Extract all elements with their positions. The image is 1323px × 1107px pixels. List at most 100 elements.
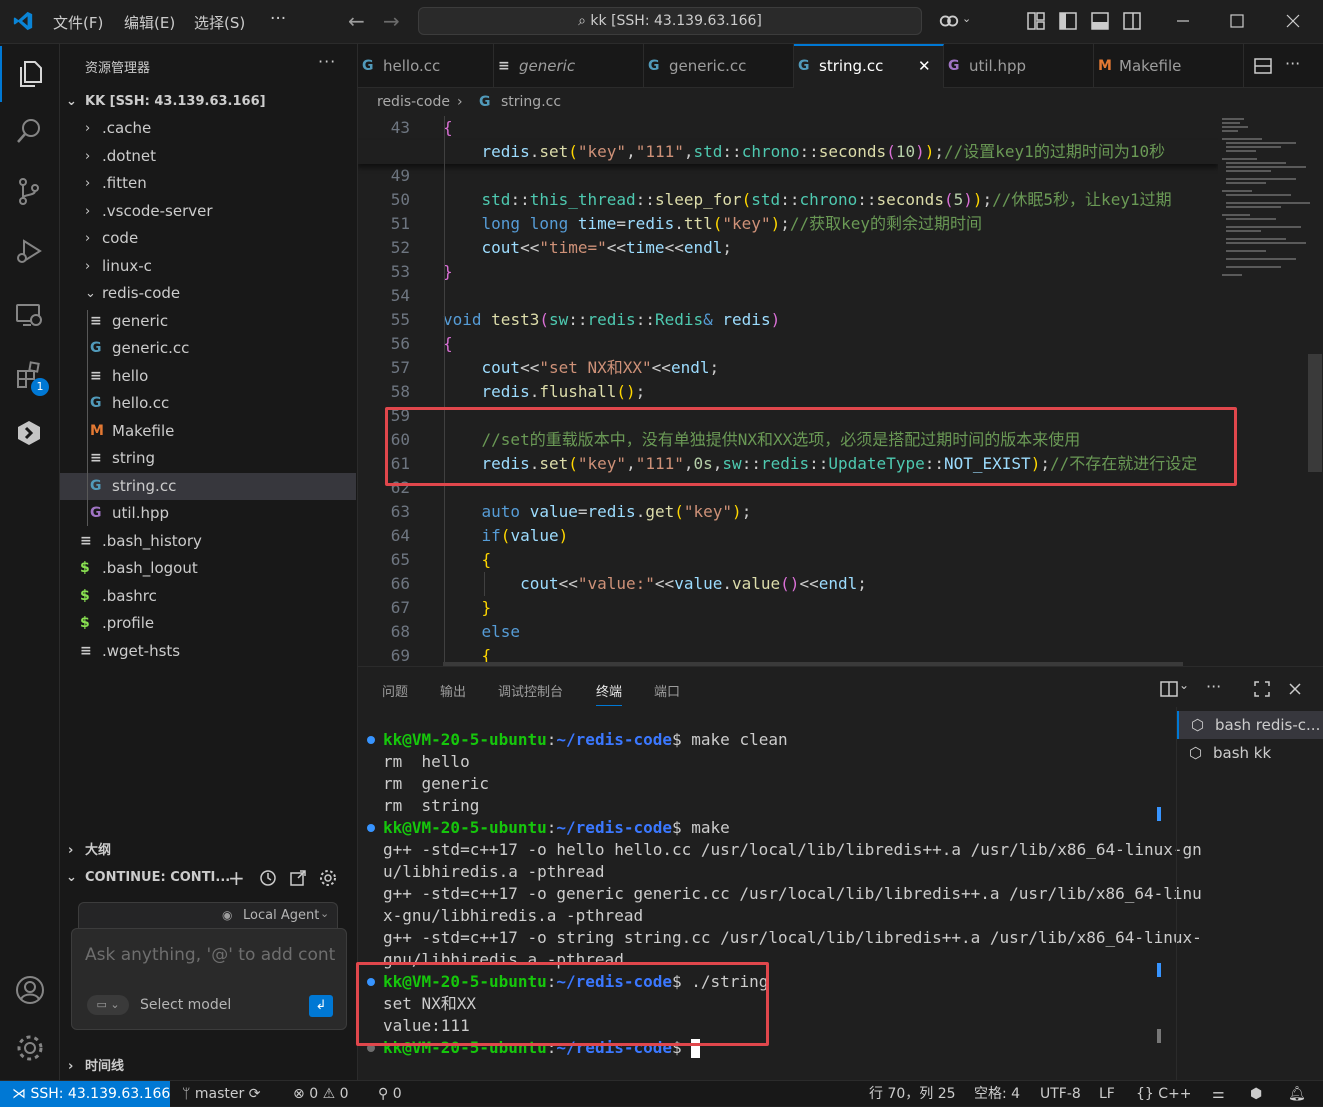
minimize-icon[interactable] bbox=[1172, 10, 1194, 32]
tab-output[interactable]: 输出 bbox=[440, 681, 466, 700]
tree-item[interactable]: Gutil.hpp bbox=[60, 500, 356, 527]
terminal-item-bash-redis[interactable]: ⬡ bash redis-c... bbox=[1177, 711, 1323, 739]
minimap[interactable] bbox=[1220, 116, 1311, 666]
editor-scrollbar-thumb[interactable] bbox=[1308, 354, 1322, 472]
tree-item[interactable]: $ .profile bbox=[60, 610, 356, 637]
workspace-root[interactable]: ⌄ KK [SSH: 43.139.63.166] bbox=[60, 88, 356, 115]
ports-indicator[interactable]: ⚲ 0 bbox=[378, 1081, 402, 1107]
chevron-down-icon[interactable]: ⌄ bbox=[1179, 678, 1189, 692]
forward-arrow-icon[interactable]: → bbox=[383, 9, 400, 33]
menu-edit[interactable]: 编辑(E) bbox=[124, 12, 175, 33]
menu-selection[interactable]: 选择(S) bbox=[194, 12, 245, 33]
menu-more-button[interactable]: ··· bbox=[270, 9, 286, 29]
tab-string-cc[interactable]: Gstring.cc ✕ bbox=[794, 44, 944, 88]
chat-input-placeholder[interactable]: Ask anything, '@' to add cont bbox=[85, 945, 335, 965]
tab-hello-cc[interactable]: Ghello.cc bbox=[358, 44, 494, 88]
explorer-activity[interactable] bbox=[0, 46, 60, 102]
tree-item[interactable]: › .fitten bbox=[60, 170, 356, 197]
git-branch[interactable]: ᛘ master ⟳ bbox=[182, 1081, 260, 1107]
chat-input-box[interactable]: Ask anything, '@' to add cont ▭ ⌄ Select… bbox=[71, 928, 347, 1030]
explorer-more-button[interactable]: ··· bbox=[318, 52, 336, 71]
accounts-activity[interactable] bbox=[0, 962, 60, 1018]
tab-problems[interactable]: 问题 bbox=[382, 681, 408, 700]
cursor-position[interactable]: 行 70，列 25 bbox=[869, 1081, 956, 1107]
tree-item[interactable]: › .cache bbox=[60, 115, 356, 142]
problems-indicator[interactable]: ⊗ 0 ⚠ 0 bbox=[293, 1081, 349, 1107]
open-external-icon[interactable] bbox=[289, 869, 307, 887]
toggle-secondary-sidebar-icon[interactable] bbox=[1121, 10, 1143, 32]
search-activity[interactable] bbox=[0, 104, 60, 160]
indentation[interactable]: 空格: 4 bbox=[974, 1081, 1020, 1107]
tree-item[interactable]: › linux-c bbox=[60, 253, 356, 280]
timeline-section-header[interactable]: › 时间线 bbox=[60, 1054, 356, 1080]
outline-section-header[interactable]: › 大纲 bbox=[60, 838, 356, 864]
remote-explorer-activity[interactable] bbox=[0, 288, 60, 344]
tree-item[interactable]: Gstring.cc bbox=[60, 472, 356, 500]
gear-icon[interactable] bbox=[319, 869, 337, 887]
command-center-search[interactable]: ⌕ kk [SSH: 43.139.63.166] bbox=[418, 7, 922, 35]
tree-item[interactable]: Ggeneric.cc bbox=[60, 335, 356, 362]
breadcrumb-file[interactable]: string.cc bbox=[501, 88, 561, 116]
command-decoration-icon[interactable] bbox=[367, 824, 375, 832]
manage-activity[interactable] bbox=[0, 1020, 60, 1076]
code-view[interactable]: 4348495051525354555657585960616263646566… bbox=[358, 116, 1218, 666]
tab-ports[interactable]: 端口 bbox=[654, 681, 680, 700]
split-terminal-icon[interactable] bbox=[1160, 680, 1178, 698]
copilot-chevron-icon[interactable]: ⌄ bbox=[962, 12, 971, 25]
agent-selector[interactable]: Local Agent bbox=[243, 908, 319, 923]
tree-item[interactable]: $ .bash_logout bbox=[60, 555, 356, 582]
tree-item[interactable]: ⌄ redis-code bbox=[60, 280, 356, 307]
encoding[interactable]: UTF-8 bbox=[1040, 1081, 1081, 1107]
extensions-activity[interactable] bbox=[0, 348, 60, 404]
remote-indicator[interactable]: ⋊ SSH: 43.139.63.166 bbox=[0, 1081, 170, 1107]
send-icon[interactable]: ↲ bbox=[309, 995, 333, 1017]
tree-item[interactable]: ≡ hello bbox=[60, 363, 356, 390]
notifications-icon[interactable]: 🔔︎ bbox=[1288, 1081, 1306, 1107]
language-mode[interactable]: {} C++ bbox=[1136, 1081, 1192, 1107]
editor-more-button[interactable]: ··· bbox=[1285, 54, 1300, 73]
layout-icon[interactable]: ⚌ bbox=[1212, 1081, 1225, 1107]
customize-layout-icon[interactable] bbox=[1025, 10, 1047, 32]
continue-activity[interactable] bbox=[0, 406, 60, 462]
menu-file[interactable]: 文件(F) bbox=[53, 12, 103, 33]
close-panel-icon[interactable] bbox=[1286, 680, 1304, 698]
tab-generic-cc[interactable]: Ggeneric.cc bbox=[644, 44, 794, 88]
tree-item[interactable]: Ghello.cc bbox=[60, 390, 356, 417]
close-window-icon[interactable] bbox=[1282, 10, 1304, 32]
tree-item[interactable]: ≡ .wget-hsts bbox=[60, 638, 356, 665]
line-ending[interactable]: LF bbox=[1099, 1081, 1115, 1107]
tab-debug-console[interactable]: 调试控制台 bbox=[498, 681, 563, 700]
tab-terminal[interactable]: 终端 bbox=[596, 681, 623, 706]
breadcrumb-folder[interactable]: redis-code bbox=[377, 88, 450, 116]
tree-item[interactable]: › .dotnet bbox=[60, 143, 356, 170]
close-tab-icon[interactable]: ✕ bbox=[918, 46, 931, 86]
history-icon[interactable] bbox=[259, 869, 277, 887]
toggle-panel-icon[interactable] bbox=[1089, 10, 1111, 32]
tree-item[interactable]: M Makefile bbox=[60, 418, 356, 445]
tree-item[interactable]: ≡ string bbox=[60, 445, 356, 472]
add-icon[interactable]: + bbox=[228, 865, 245, 891]
continue-status-icon[interactable]: ⬢ bbox=[1250, 1081, 1262, 1107]
tree-item[interactable]: › .vscode-server bbox=[60, 198, 356, 225]
tree-item[interactable]: ≡ generic bbox=[60, 308, 356, 335]
tree-item[interactable]: $ .bashrc bbox=[60, 583, 356, 610]
toggle-sidebar-icon[interactable] bbox=[1057, 10, 1079, 32]
tree-item[interactable]: › code bbox=[60, 225, 356, 252]
split-editor-icon[interactable] bbox=[1254, 57, 1272, 75]
terminal-item-bash-kk[interactable]: ⬡ bash kk bbox=[1177, 739, 1323, 767]
maximize-panel-icon[interactable] bbox=[1253, 680, 1271, 698]
tab-generic[interactable]: ≡ generic bbox=[494, 44, 644, 88]
maximize-icon[interactable] bbox=[1226, 10, 1248, 32]
run-debug-activity[interactable] bbox=[0, 224, 60, 280]
model-selector[interactable]: Select model bbox=[140, 997, 231, 1013]
continue-section-header[interactable]: ⌄ CONTINUE: CONTI... + bbox=[60, 865, 356, 891]
tab-makefile[interactable]: M Makefile bbox=[1094, 44, 1244, 88]
panel-more-button[interactable]: ··· bbox=[1206, 677, 1221, 696]
tree-item[interactable]: ≡ .bash_history bbox=[60, 528, 356, 555]
command-decoration-icon[interactable] bbox=[367, 736, 375, 744]
tab-util-hpp[interactable]: Gutil.hpp bbox=[944, 44, 1094, 88]
chat-mode-icon[interactable]: ▭ ⌄ bbox=[87, 995, 129, 1015]
back-arrow-icon[interactable]: ← bbox=[348, 9, 365, 33]
copilot-icon[interactable] bbox=[938, 10, 960, 32]
source-control-activity[interactable] bbox=[0, 164, 60, 220]
